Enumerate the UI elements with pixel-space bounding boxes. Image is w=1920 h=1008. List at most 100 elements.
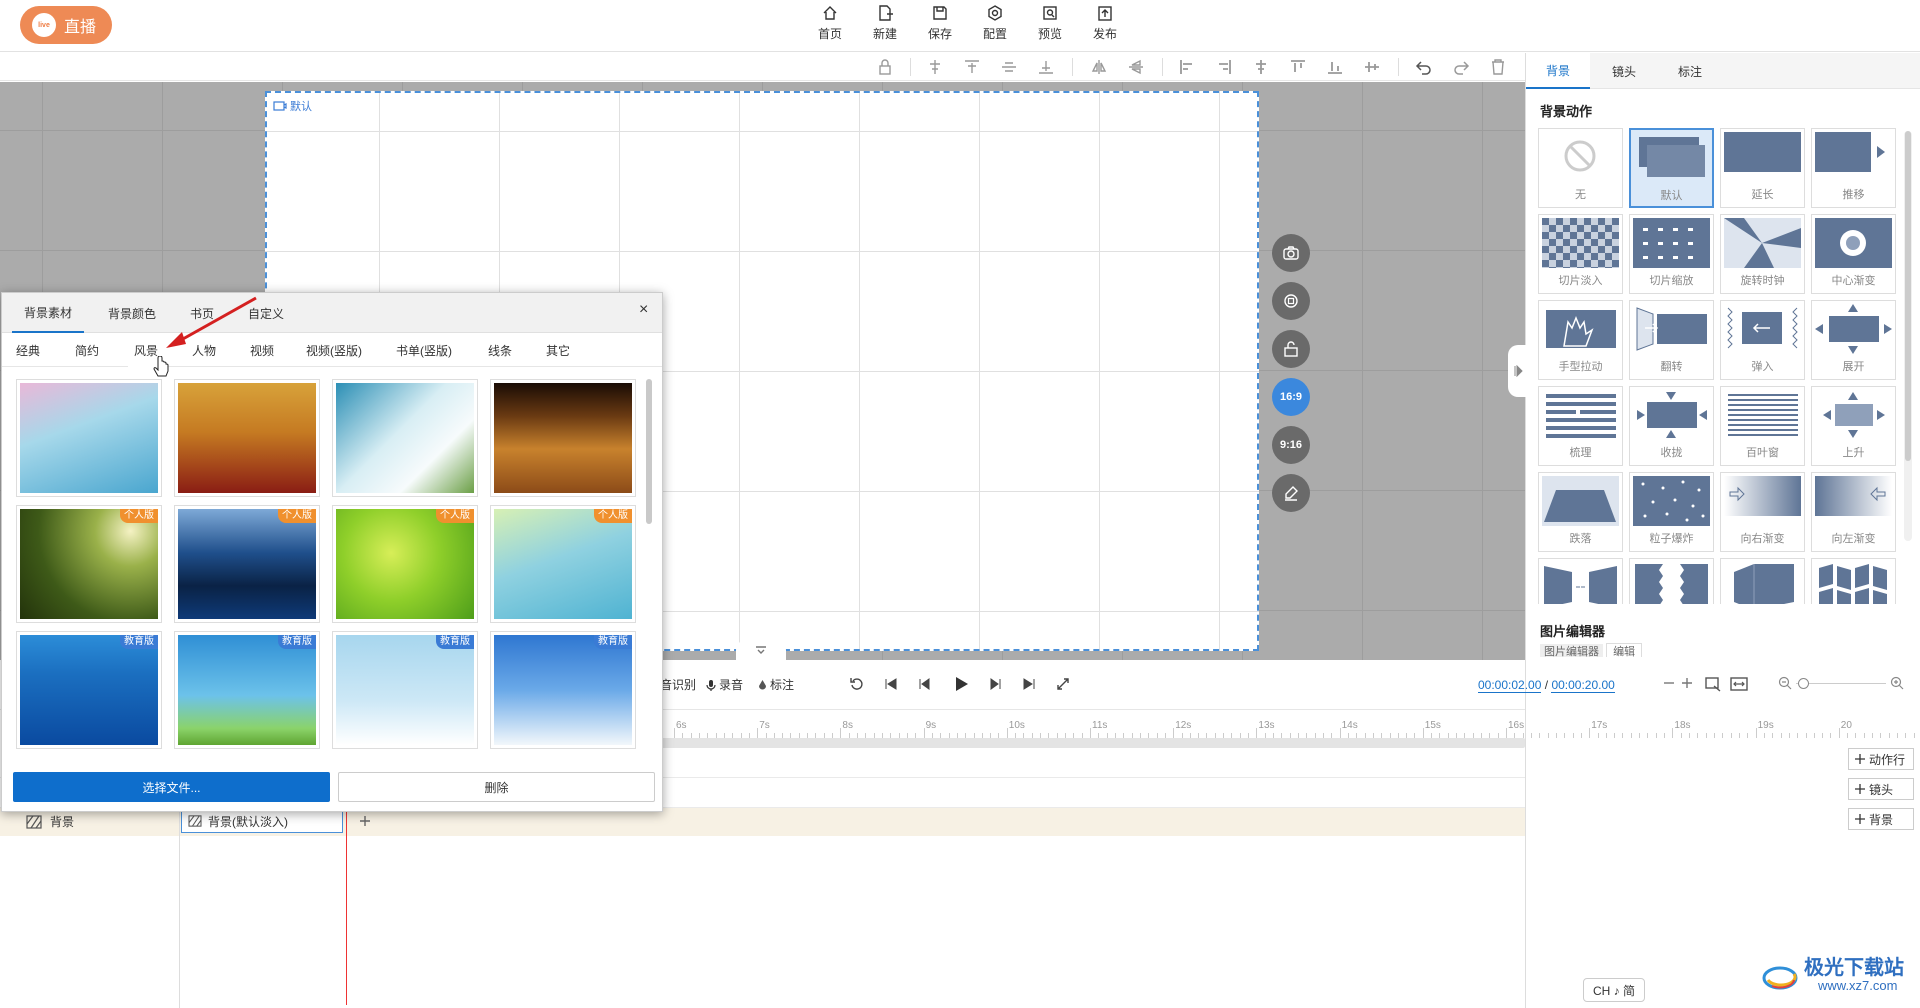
screenshot-button[interactable] [1272,234,1310,272]
effect-option[interactable]: 梳理 [1538,386,1623,466]
skip-start-icon[interactable] [884,677,898,691]
background-clip[interactable]: 背景(默认淡入) [181,809,343,833]
effect-option[interactable]: 向右渐变 [1720,472,1805,552]
background-thumbnail[interactable]: 教育版 [332,631,478,749]
effect-option[interactable] [1538,558,1623,604]
add-clip-button[interactable] [354,810,376,832]
background-thumbnail[interactable]: 个人版 [332,505,478,623]
tab-annotation[interactable]: 标注 [1658,53,1722,89]
zoom-slider[interactable] [1796,683,1886,684]
nav-preview-button[interactable]: 预览 [1028,3,1072,49]
step-back-icon[interactable] [918,677,932,691]
distribute-bottom-icon[interactable] [1326,58,1344,76]
panel-collapse-handle[interactable] [1508,345,1528,397]
effect-option[interactable]: 推移 [1811,128,1896,208]
zoom-slider-handle[interactable] [1798,678,1809,689]
effect-option[interactable]: 百叶窗 [1720,386,1805,466]
effect-option[interactable] [1629,558,1714,604]
nav-settings-button[interactable]: 配置 [973,3,1017,49]
rotate-button[interactable] [1272,282,1310,320]
effect-option[interactable]: 粒子爆炸 [1629,472,1714,552]
background-thumbnail[interactable] [332,379,478,497]
step-forward-icon[interactable] [988,677,1002,691]
record-button[interactable]: 录音 [706,676,743,693]
subtab-video-vertical[interactable]: 视频(竖版) [304,333,364,367]
delete-button[interactable]: 删除 [338,772,655,802]
nav-home-button[interactable]: 首页 [808,3,852,49]
background-thumbnail[interactable]: 个人版 [490,505,636,623]
play-icon[interactable] [952,675,970,693]
effect-option[interactable] [1720,558,1805,604]
subtab-classic[interactable]: 经典 [14,333,42,367]
ratio-16-9-button[interactable]: 16:9 [1272,378,1310,416]
skip-end-icon[interactable] [1022,677,1036,691]
effect-option[interactable]: 上升 [1811,386,1896,466]
undo-icon[interactable] [1415,58,1433,76]
image-editor-tab[interactable]: 图片编辑器 [1540,644,1603,657]
background-thumbnail[interactable] [490,379,636,497]
effect-option[interactable]: 翻转 [1629,300,1714,380]
add-background-button[interactable]: 背景 [1848,808,1914,830]
flip-vertical-icon[interactable] [1127,58,1145,76]
distribute-top-icon[interactable] [1289,58,1307,76]
effect-option[interactable]: 展开 [1811,300,1896,380]
nav-save-button[interactable]: 保存 [918,3,962,49]
crop-icon[interactable] [1704,676,1722,692]
background-thumbnail[interactable] [16,379,162,497]
effect-option[interactable]: 延长 [1720,128,1805,208]
speech-recognition-button[interactable]: 音识别 [660,676,696,693]
add-action-row-button[interactable]: 动作行 [1848,748,1914,770]
tab-background[interactable]: 背景 [1526,53,1590,89]
distribute-vcenter-icon[interactable] [1363,58,1381,76]
subtab-booklist-vertical[interactable]: 书单(竖版) [394,333,454,367]
align-middle-icon[interactable] [1000,58,1018,76]
minus-icon[interactable] [1662,676,1676,690]
align-right-icon[interactable] [1215,58,1233,76]
effect-option[interactable]: 默认 [1629,128,1714,208]
effect-option[interactable]: 手型拉动 [1538,300,1623,380]
select-file-button[interactable]: 选择文件... [13,772,330,802]
tab-background-material[interactable]: 背景素材 [12,293,85,333]
effect-option[interactable]: 跌落 [1538,472,1623,552]
live-logo[interactable]: live 直播 [20,6,112,44]
unlock-button[interactable] [1272,330,1310,368]
fit-width-icon[interactable] [1730,676,1748,692]
align-center-v-icon[interactable] [926,58,944,76]
effect-option[interactable]: 切片缩放 [1629,214,1714,294]
subtab-lines[interactable]: 线条 [486,333,514,367]
current-time[interactable]: 00:00:02.00 [1478,678,1542,693]
effect-option[interactable]: 弹入 [1720,300,1805,380]
effect-option[interactable]: 收拢 [1629,386,1714,466]
effect-scrollbar[interactable] [1904,131,1912,541]
tab-camera[interactable]: 镜头 [1592,53,1656,89]
background-thumbnail[interactable]: 个人版 [16,505,162,623]
nav-publish-button[interactable]: 发布 [1083,3,1127,49]
subtab-other[interactable]: 其它 [544,333,572,367]
align-left-icon[interactable] [1178,58,1196,76]
lock-icon[interactable] [876,58,894,76]
add-camera-button[interactable]: 镜头 [1848,778,1914,800]
nav-new-button[interactable]: 新建 [863,3,907,49]
effect-option[interactable] [1811,558,1896,604]
background-thumbnail[interactable]: 教育版 [16,631,162,749]
background-thumbnail[interactable]: 教育版 [174,631,320,749]
trash-icon[interactable] [1489,58,1507,76]
align-bottom-icon[interactable] [1037,58,1055,76]
zoom-out-icon[interactable] [1778,676,1792,690]
effect-option[interactable]: 切片淡入 [1538,214,1623,294]
background-thumbnail[interactable]: 个人版 [174,505,320,623]
annotate-button[interactable]: 标注 [758,676,794,693]
redo-icon[interactable] [1452,58,1470,76]
effect-option[interactable]: 向左渐变 [1811,472,1896,552]
effect-option[interactable]: 旋转时钟 [1720,214,1805,294]
effect-option[interactable]: 无 [1538,128,1623,208]
close-icon[interactable]: × [639,301,657,319]
subtab-simple[interactable]: 简约 [73,333,101,367]
align-hcenter-icon[interactable] [1252,58,1270,76]
background-thumbnail[interactable]: 教育版 [490,631,636,749]
ime-indicator[interactable]: CH ♪ 简 [1583,978,1645,1002]
collapse-timeline-toggle[interactable] [736,640,786,660]
reset-icon[interactable] [850,677,864,691]
flip-horizontal-icon[interactable] [1090,58,1108,76]
zoom-in-icon[interactable] [1890,676,1904,690]
